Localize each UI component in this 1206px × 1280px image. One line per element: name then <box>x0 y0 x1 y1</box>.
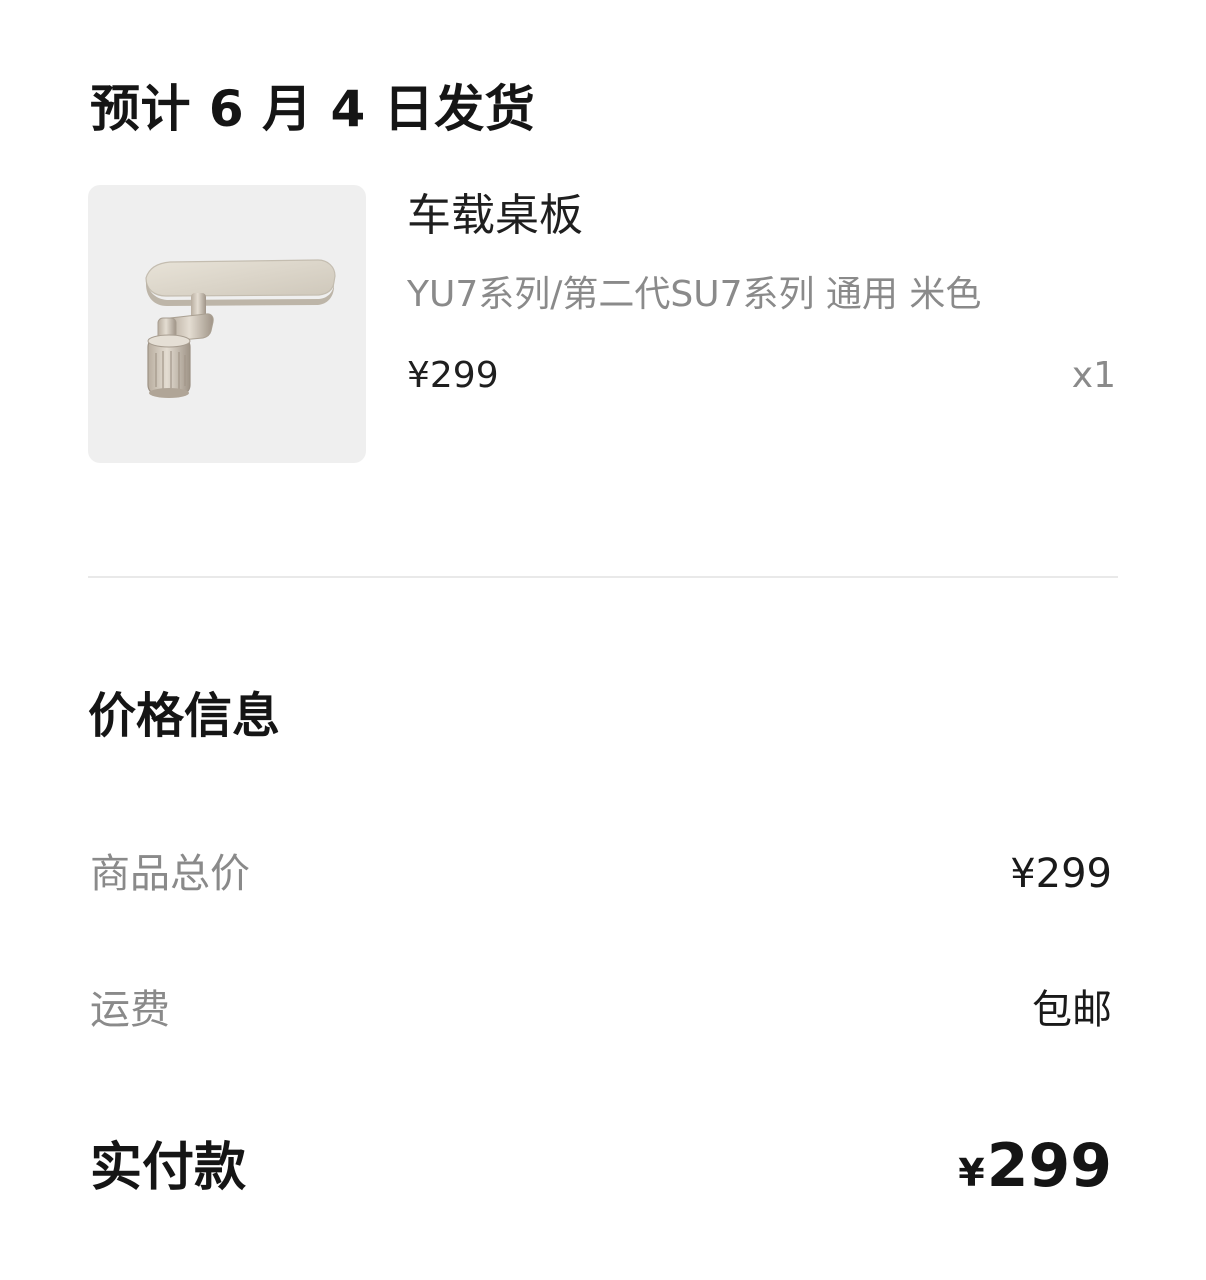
currency-symbol: ¥ <box>958 1151 985 1195</box>
price-info-title: 价格信息 <box>88 688 281 744</box>
paid-amount-label: 实付款 <box>90 1138 247 1198</box>
paid-amount-value: ¥299 <box>958 1128 1112 1219</box>
section-divider <box>88 576 1118 578</box>
product-quantity: x1 <box>1071 355 1116 396</box>
shipping-fee-label: 运费 <box>90 987 170 1033</box>
product-image[interactable] <box>88 185 366 463</box>
product-name[interactable]: 车载桌板 <box>407 186 583 246</box>
subtotal-value: ¥299 <box>1010 851 1112 897</box>
product-spec: YU7系列/第二代SU7系列 通用 米色 <box>407 274 982 315</box>
car-tray-table-icon <box>145 259 336 398</box>
shipping-fee-value: 包邮 <box>1032 987 1112 1033</box>
subtotal-label: 商品总价 <box>90 851 250 897</box>
paid-amount-number: 299 <box>986 1131 1112 1201</box>
estimated-shipping-title: 预计 6 月 4 日发货 <box>90 80 536 138</box>
product-price: ¥299 <box>407 355 499 396</box>
